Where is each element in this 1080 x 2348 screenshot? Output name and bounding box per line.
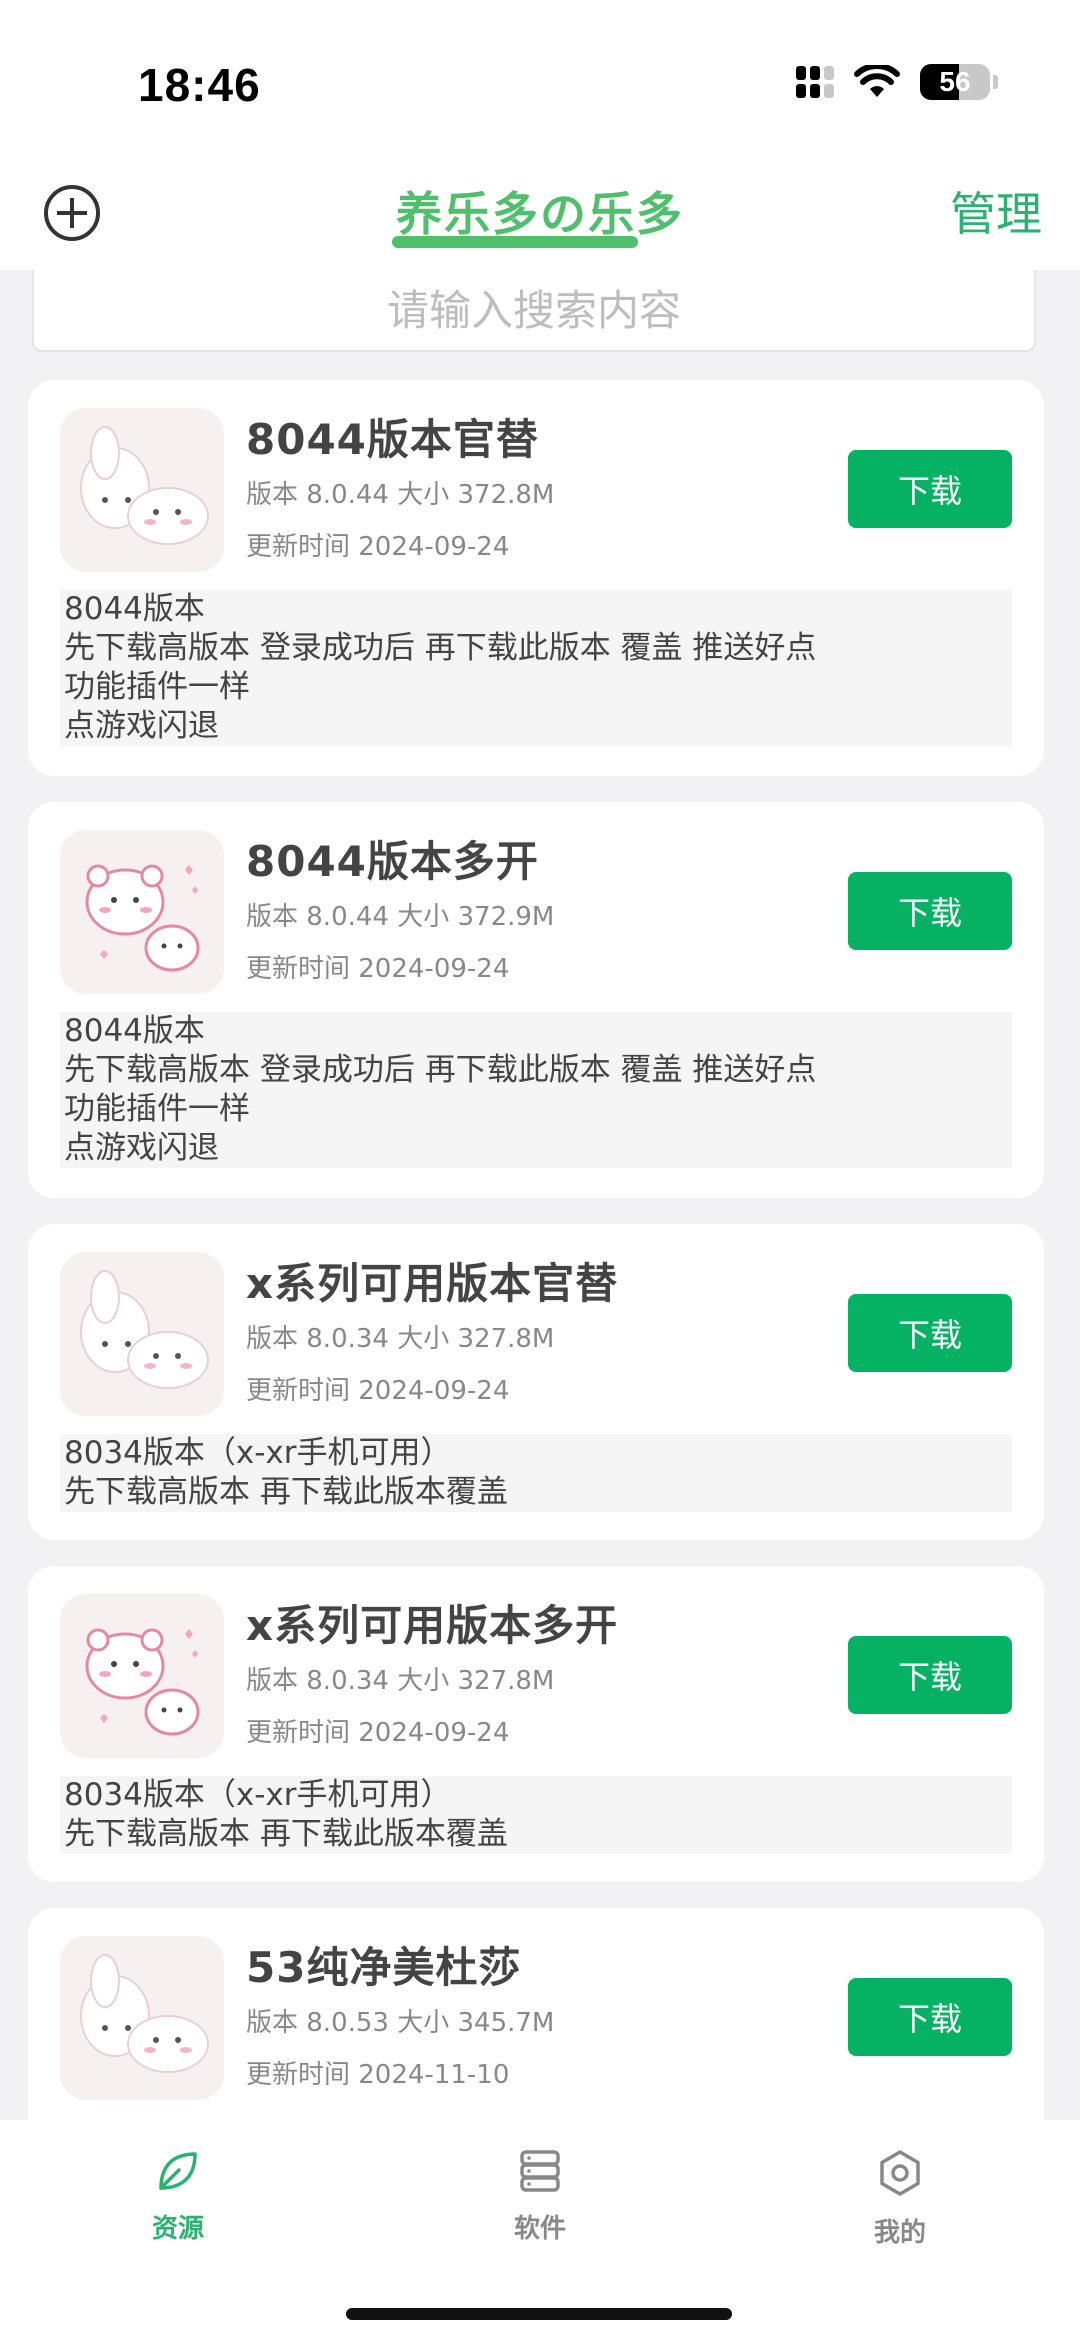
wifi-icon: [854, 65, 900, 97]
description-line: 功能插件一样: [64, 1091, 250, 1127]
description-line: 8034版本（x-xr手机可用）: [64, 1435, 452, 1471]
app-description: 8034版本（x-xr手机可用） 先下载高版本 再下载此版本覆盖: [60, 1776, 1012, 1854]
app-version-size: 版本 8.0.44 大小 372.9M: [246, 902, 555, 932]
app-name: 53纯净美杜莎: [246, 1943, 522, 1992]
leaf-icon: [159, 2152, 197, 2190]
nav-item-resources[interactable]: 资源: [98, 2148, 258, 2245]
bear-sticker-icon: [60, 1594, 224, 1758]
status-time: 18:46: [138, 59, 261, 111]
search-bar: [32, 270, 1036, 352]
description-line: 点游戏闪退: [64, 1130, 219, 1166]
bunny-sticker-icon: [60, 1936, 224, 2100]
description-line: 8044版本: [64, 1013, 205, 1049]
battery-icon: 56: [920, 64, 990, 100]
app-name: x系列可用版本官替: [246, 1259, 619, 1308]
download-button[interactable]: 下载: [848, 450, 1012, 528]
app-version-size: 版本 8.0.34 大小 327.8M: [246, 1666, 555, 1696]
description-line: 8034版本（x-xr手机可用）: [64, 1777, 452, 1813]
cellular-signal-icon: [796, 66, 834, 98]
app-card[interactable]: 8044版本多开版本 8.0.44 大小 372.9M 更新时间 2024-09-…: [28, 802, 1044, 1198]
status-bar: 18:46 56: [0, 0, 1080, 150]
battery-percent: 56: [939, 66, 971, 97]
app-name: 8044版本官替: [246, 415, 539, 464]
app-update-date: 更新时间 2024-09-24: [246, 532, 510, 562]
manage-button[interactable]: 管理: [950, 178, 1042, 244]
download-button[interactable]: 下载: [848, 1978, 1012, 2056]
app-version-size: 版本 8.0.53 大小 345.7M: [246, 2008, 555, 2038]
app-update-date: 更新时间 2024-09-24: [246, 1718, 510, 1748]
nav-label-mine: 我的: [873, 2218, 926, 2248]
bunny-sticker-icon: [60, 408, 224, 572]
app-description: 8034版本（x-xr手机可用） 先下载高版本 再下载此版本覆盖: [60, 1434, 1012, 1512]
description-line: 先下载高版本 登录成功后 再下载此版本 覆盖 推送好点: [64, 630, 817, 666]
description-line: 8044版本: [64, 591, 205, 627]
nav-label-resources: 资源: [151, 2214, 204, 2244]
download-button[interactable]: 下载: [848, 872, 1012, 950]
status-icons: 56: [796, 62, 998, 102]
app-description: 8044版本 先下载高版本 登录成功后 再下载此版本 覆盖 推送好点 功能插件一样点…: [60, 590, 1012, 746]
nav-item-mine[interactable]: 我的: [820, 2148, 980, 2249]
nav-label-software: 软件: [513, 2214, 566, 2244]
app-card[interactable]: x系列可用版本官替版本 8.0.34 大小 327.8M 更新时间 2024-09…: [28, 1224, 1044, 1540]
nav-item-software[interactable]: 软件: [460, 2148, 620, 2245]
server-stack-icon: [520, 2150, 560, 2192]
description-line: 先下载高版本 登录成功后 再下载此版本 覆盖 推送好点: [64, 1052, 817, 1088]
bear-sticker-icon: [60, 830, 224, 994]
download-button[interactable]: 下载: [848, 1294, 1012, 1372]
description-line: 点游戏闪退: [64, 708, 219, 744]
header: 养乐多の乐多 管理: [0, 150, 1080, 270]
app-update-date: 更新时间 2024-09-24: [246, 1376, 510, 1406]
app-description: 8044版本 先下载高版本 登录成功后 再下载此版本 覆盖 推送好点 功能插件一样点…: [60, 1012, 1012, 1168]
app-update-date: 更新时间 2024-09-24: [246, 954, 510, 984]
app-card[interactable]: 53纯净美杜莎版本 8.0.53 大小 345.7M 更新时间 2024-11-1…: [28, 1908, 1044, 2148]
page-title: 养乐多の乐多: [396, 187, 684, 241]
app-name: x系列可用版本多开: [246, 1601, 619, 1650]
app-update-date: 更新时间 2024-11-10: [246, 2060, 510, 2090]
app-name: 8044版本多开: [246, 837, 539, 886]
app-card[interactable]: x系列可用版本多开版本 8.0.34 大小 327.8M 更新时间 2024-09…: [28, 1566, 1044, 1882]
app-version-size: 版本 8.0.34 大小 327.8M: [246, 1324, 555, 1354]
app-version-size: 版本 8.0.44 大小 372.8M: [246, 480, 555, 510]
home-indicator: [346, 2308, 732, 2320]
description-line: 功能插件一样: [64, 669, 250, 705]
title-underline: [392, 236, 638, 248]
search-input[interactable]: [34, 270, 1034, 350]
download-button[interactable]: 下载: [848, 1636, 1012, 1714]
description-line: 先下载高版本 再下载此版本覆盖: [64, 1816, 508, 1852]
description-line: 先下载高版本 再下载此版本覆盖: [64, 1474, 508, 1510]
gear-icon: [880, 2150, 920, 2196]
bunny-sticker-icon: [60, 1252, 224, 1416]
app-card[interactable]: 8044版本官替版本 8.0.44 大小 372.8M 更新时间 2024-09-…: [28, 380, 1044, 776]
